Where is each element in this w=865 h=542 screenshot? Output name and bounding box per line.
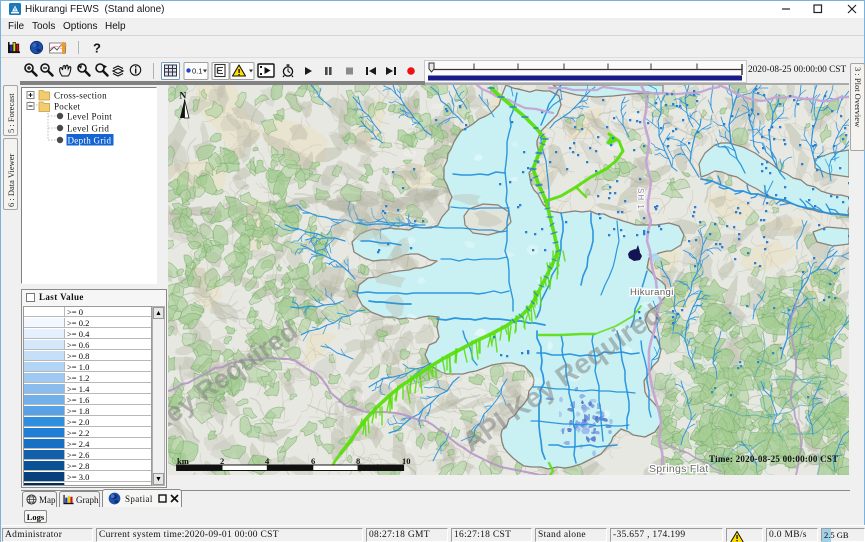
- svg-text:Level Grid: Level Grid: [67, 124, 109, 134]
- svg-text:Pocket: Pocket: [54, 102, 80, 112]
- svg-text:Cross-section: Cross-section: [54, 91, 107, 101]
- svg-text:0.1: 0.1: [192, 67, 202, 76]
- svg-text:SH 1: SH 1: [636, 188, 645, 210]
- svg-text:Time: 2020-08-25 00:00:00 CST: Time: 2020-08-25 00:00:00 CST: [709, 454, 838, 464]
- svg-text:Hikurangi: Hikurangi: [630, 287, 674, 298]
- svg-text:N: N: [180, 92, 187, 102]
- svg-text:Level Point: Level Point: [67, 112, 112, 122]
- svg-text:Depth Grid: Depth Grid: [68, 136, 112, 146]
- svg-text:Springs Flat: Springs Flat: [649, 463, 709, 475]
- svg-text:?: ?: [93, 41, 101, 56]
